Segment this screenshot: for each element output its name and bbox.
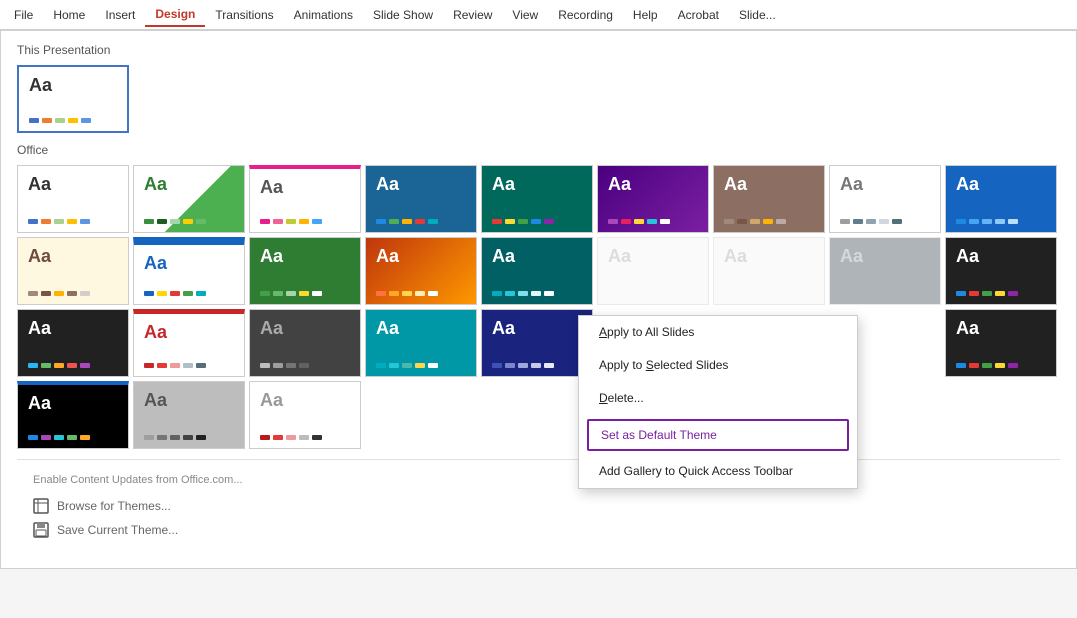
theme-thumb-12[interactable]: Aa — [249, 237, 361, 305]
save-theme-link[interactable]: Save Current Theme... — [33, 518, 1044, 542]
theme-thumb-10[interactable]: Aa — [17, 237, 129, 305]
theme-thumb-18[interactable]: Aa — [945, 237, 1057, 305]
theme-thumb-24[interactable]: Aa — [945, 309, 1057, 377]
theme-thumb-13[interactable]: Aa — [365, 237, 477, 305]
menu-animations[interactable]: Animations — [284, 4, 363, 26]
main-area: This Presentation Aa Office — [0, 30, 1077, 618]
theme-thumb-3[interactable]: Aa — [249, 165, 361, 233]
theme-thumb-9[interactable]: Aa — [945, 165, 1057, 233]
menu-home[interactable]: Home — [43, 4, 95, 26]
theme-thumb-2[interactable]: Aa — [133, 165, 245, 233]
theme-thumb-4[interactable]: Aa — [365, 165, 477, 233]
context-delete[interactable]: Delete... — [579, 382, 857, 415]
menu-help[interactable]: Help — [623, 4, 668, 26]
menu-design[interactable]: Design — [145, 3, 205, 27]
menu-transitions[interactable]: Transitions — [205, 4, 283, 26]
apply-all-label: Apply to All Slides — [599, 325, 694, 339]
menu-insert[interactable]: Insert — [95, 4, 145, 26]
browse-themes-link[interactable]: Browse for Themes... — [33, 494, 1044, 518]
context-set-default[interactable]: Set as Default Theme — [587, 419, 849, 451]
add-gallery-label: Add Gallery to Quick Access Toolbar — [599, 464, 793, 478]
theme-thumb-6[interactable]: Aa — [597, 165, 709, 233]
theme-thumb-7[interactable]: Aa — [713, 165, 825, 233]
menu-recording[interactable]: Recording — [548, 4, 623, 26]
bottom-bar: Enable Content Updates from Office.com..… — [17, 459, 1060, 552]
theme-panel: This Presentation Aa Office — [0, 30, 1077, 569]
this-pres-thumb[interactable]: Aa — [17, 65, 129, 133]
theme-thumb-17[interactable]: Aa — [829, 237, 941, 305]
menu-review[interactable]: Review — [443, 4, 502, 26]
menu-view[interactable]: View — [502, 4, 548, 26]
this-presentation-label: This Presentation — [17, 43, 1060, 57]
menu-file[interactable]: File — [4, 4, 43, 26]
theme-thumb-23[interactable]: Aa — [481, 309, 593, 377]
theme-thumb-16[interactable]: Aa — [713, 237, 825, 305]
context-apply-all[interactable]: Apply to All Slides — [579, 316, 857, 349]
theme-thumb-27[interactable]: Aa — [249, 381, 361, 449]
apply-selected-label: Apply to Selected Slides — [599, 358, 728, 372]
menu-slideshow[interactable]: Slide Show — [363, 4, 443, 26]
theme-thumb-1[interactable]: Aa — [17, 165, 129, 233]
save-theme-icon — [33, 522, 49, 538]
theme-thumb-21[interactable]: Aa — [249, 309, 361, 377]
theme-thumb-22[interactable]: Aa — [365, 309, 477, 377]
menu-slide[interactable]: Slide... — [729, 4, 786, 26]
browse-themes-icon — [33, 498, 49, 514]
context-apply-selected[interactable]: Apply to Selected Slides — [579, 349, 857, 382]
office-label: Office — [17, 143, 1060, 157]
theme-thumb-26[interactable]: Aa — [133, 381, 245, 449]
office-theme-grid: Aa Aa — [17, 165, 1060, 449]
office-section: Office Aa Aa — [17, 143, 1060, 449]
delete-label: Delete... — [599, 391, 644, 405]
save-theme-label: Save Current Theme... — [57, 523, 178, 537]
theme-thumb-20[interactable]: Aa — [133, 309, 245, 377]
theme-thumb-19[interactable]: Aa — [17, 309, 129, 377]
theme-thumb-14[interactable]: Aa — [481, 237, 593, 305]
context-menu: Apply to All Slides Apply to Selected Sl… — [578, 315, 858, 489]
theme-thumb-5[interactable]: Aa — [481, 165, 593, 233]
menu-bar: File Home Insert Design Transitions Anim… — [0, 0, 1077, 30]
theme-thumb-11[interactable]: Aa — [133, 237, 245, 305]
this-presentation-section: This Presentation Aa — [17, 43, 1060, 133]
this-pres-grid: Aa — [17, 65, 1060, 133]
set-default-label: Set as Default Theme — [601, 428, 717, 442]
context-add-gallery[interactable]: Add Gallery to Quick Access Toolbar — [579, 455, 857, 488]
menu-acrobat[interactable]: Acrobat — [668, 4, 729, 26]
theme-thumb-8[interactable]: Aa — [829, 165, 941, 233]
enable-content-link[interactable]: Enable Content Updates from Office.com..… — [33, 470, 1044, 494]
browse-themes-label: Browse for Themes... — [57, 499, 171, 513]
theme-thumb-25[interactable]: Aa — [17, 381, 129, 449]
theme-thumb-15[interactable]: Aa — [597, 237, 709, 305]
